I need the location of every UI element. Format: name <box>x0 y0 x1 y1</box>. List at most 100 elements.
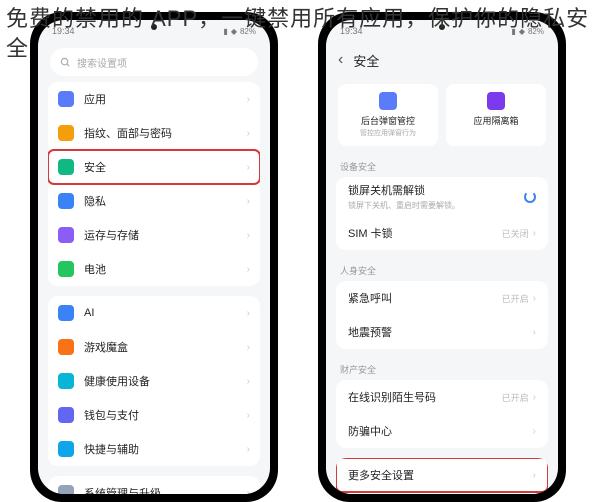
row-status: 已开启 <box>502 292 529 305</box>
row-icon <box>58 407 74 423</box>
security-row[interactable]: 在线识别陌生号码已开启 › <box>336 380 548 414</box>
settings-row[interactable]: 指纹、面部与密码› <box>48 116 260 150</box>
row-label: 系统管理与升级 <box>84 485 247 494</box>
row-label: 安全 <box>84 159 247 175</box>
section-title: 设备安全 <box>326 156 558 177</box>
section-title: 人身安全 <box>326 260 558 281</box>
feature-cards: 后台弹窗管控管控应用弹窗行为 应用隔离箱 <box>338 84 546 146</box>
settings-row[interactable]: 运存与存储› <box>48 218 260 252</box>
row-label: 运存与存储 <box>84 227 247 243</box>
settings-row[interactable]: 游戏魔盒› <box>48 330 260 364</box>
loading-spinner-icon <box>524 191 536 203</box>
row-text: 更多安全设置 <box>348 467 533 483</box>
chevron-right-icon: › <box>247 444 250 455</box>
chevron-right-icon: › <box>533 426 536 437</box>
card-subtitle: 管控应用弹窗行为 <box>360 128 416 138</box>
row-label: AI <box>84 307 247 319</box>
card-label: 应用隔离箱 <box>473 114 518 127</box>
chevron-right-icon: › <box>533 470 536 481</box>
card-icon <box>487 92 505 110</box>
chevron-right-icon: › <box>247 128 250 139</box>
settings-group: 系统管理与升级› <box>48 476 260 494</box>
screen-right: 19:34 ▮ ◆ 82% ‹ 安全 后台弹窗管控管控应用弹窗行为应用隔离箱 设… <box>326 20 558 494</box>
security-row[interactable]: 地震预警› <box>336 315 548 349</box>
settings-list[interactable]: 应用›指纹、面部与密码›安全›隐私›运存与存储›电池›AI›游戏魔盒›健康使用设… <box>38 82 270 494</box>
security-list[interactable]: 设备安全锁屏关机需解锁锁屏下关机、重启时需要解锁。SIM 卡锁已关闭›人身安全紧… <box>326 156 558 494</box>
feature-card[interactable]: 应用隔离箱 <box>446 84 546 146</box>
phone-left: 19:34 ▮ ◆ 82% 搜索设置项 应用›指纹、面部与密码›安全›隐私›运存… <box>30 12 278 502</box>
row-status: 已关闭 <box>502 227 529 240</box>
feature-card[interactable]: 后台弹窗管控管控应用弹窗行为 <box>338 84 438 146</box>
settings-group: AI›游戏魔盒›健康使用设备›钱包与支付›快捷与辅助› <box>48 296 260 466</box>
row-label: 隐私 <box>84 193 247 209</box>
security-row[interactable]: 更多安全设置› <box>336 458 548 492</box>
section-group: 更多安全设置›其他安全特征介绍› <box>336 458 548 494</box>
row-text: 锁屏关机需解锁锁屏下关机、重启时需要解锁。 <box>348 182 524 211</box>
row-icon <box>58 305 74 321</box>
security-row[interactable]: 其他安全特征介绍› <box>336 492 548 494</box>
row-icon <box>58 193 74 209</box>
row-label: 健康使用设备 <box>84 373 247 389</box>
row-icon <box>58 373 74 389</box>
row-label: SIM 卡锁 <box>348 225 502 241</box>
security-row[interactable]: 防骗中心› <box>336 414 548 448</box>
settings-row[interactable]: 健康使用设备› <box>48 364 260 398</box>
settings-row[interactable]: 应用› <box>48 82 260 116</box>
row-icon <box>58 261 74 277</box>
chevron-right-icon: › <box>247 230 250 241</box>
row-label: 地震预警 <box>348 324 533 340</box>
row-text: 地震预警 <box>348 324 533 340</box>
settings-row[interactable]: AI› <box>48 296 260 330</box>
row-label: 快捷与辅助 <box>84 441 247 457</box>
chevron-right-icon: › <box>247 342 250 353</box>
section-group: 在线识别陌生号码已开启›防骗中心› <box>336 380 548 448</box>
row-icon <box>58 227 74 243</box>
row-icon <box>58 339 74 355</box>
section-group: 紧急呼叫已开启›地震预警› <box>336 281 548 349</box>
section-group: 锁屏关机需解锁锁屏下关机、重启时需要解锁。 SIM 卡锁已关闭 › <box>336 177 548 250</box>
chevron-right-icon: › <box>533 228 536 239</box>
row-icon <box>58 485 74 494</box>
row-label: 更多安全设置 <box>348 467 533 483</box>
settings-row[interactable]: 电池› <box>48 252 260 286</box>
row-label: 钱包与支付 <box>84 407 247 423</box>
chevron-right-icon: › <box>533 392 536 403</box>
row-label: 应用 <box>84 91 247 107</box>
article-title: 免费的禁用的 APP，一键禁用所有应用，保护你的隐私安全 <box>6 4 596 63</box>
security-row[interactable]: 紧急呼叫已开启› <box>336 281 548 315</box>
settings-row[interactable]: 系统管理与升级› <box>48 476 260 494</box>
chevron-right-icon: › <box>247 94 250 105</box>
card-icon <box>379 92 397 110</box>
row-label: 防骗中心 <box>348 423 533 439</box>
row-text: SIM 卡锁 <box>348 225 502 241</box>
chevron-right-icon: › <box>247 196 250 207</box>
security-row[interactable]: 锁屏关机需解锁锁屏下关机、重启时需要解锁。 <box>336 177 548 216</box>
row-text: 紧急呼叫 <box>348 290 502 306</box>
row-label: 指纹、面部与密码 <box>84 125 247 141</box>
section-title: 财产安全 <box>326 359 558 380</box>
chevron-right-icon: › <box>247 264 250 275</box>
settings-row[interactable]: 快捷与辅助› <box>48 432 260 466</box>
screen-left: 19:34 ▮ ◆ 82% 搜索设置项 应用›指纹、面部与密码›安全›隐私›运存… <box>38 20 270 494</box>
chevron-right-icon: › <box>533 327 536 338</box>
row-status: 已开启 <box>502 391 529 404</box>
settings-group: 应用›指纹、面部与密码›安全›隐私›运存与存储›电池› <box>48 82 260 286</box>
phone-mockups: 19:34 ▮ ◆ 82% 搜索设置项 应用›指纹、面部与密码›安全›隐私›运存… <box>0 0 601 502</box>
chevron-right-icon: › <box>247 488 250 495</box>
settings-row[interactable]: 钱包与支付› <box>48 398 260 432</box>
row-icon <box>58 159 74 175</box>
row-text: 在线识别陌生号码 <box>348 389 502 405</box>
row-icon <box>58 91 74 107</box>
security-row[interactable]: SIM 卡锁已关闭 › <box>336 216 548 250</box>
settings-row[interactable]: 安全› <box>48 150 260 184</box>
row-label: 锁屏关机需解锁 <box>348 182 524 198</box>
row-icon <box>58 441 74 457</box>
chevron-right-icon: › <box>247 308 250 319</box>
settings-row[interactable]: 隐私› <box>48 184 260 218</box>
row-icon <box>58 125 74 141</box>
row-text: 防骗中心 <box>348 423 533 439</box>
row-subtitle: 锁屏下关机、重启时需要解锁。 <box>348 200 524 211</box>
phone-right: 19:34 ▮ ◆ 82% ‹ 安全 后台弹窗管控管控应用弹窗行为应用隔离箱 设… <box>318 12 566 502</box>
chevron-right-icon: › <box>247 376 250 387</box>
row-label: 电池 <box>84 261 247 277</box>
